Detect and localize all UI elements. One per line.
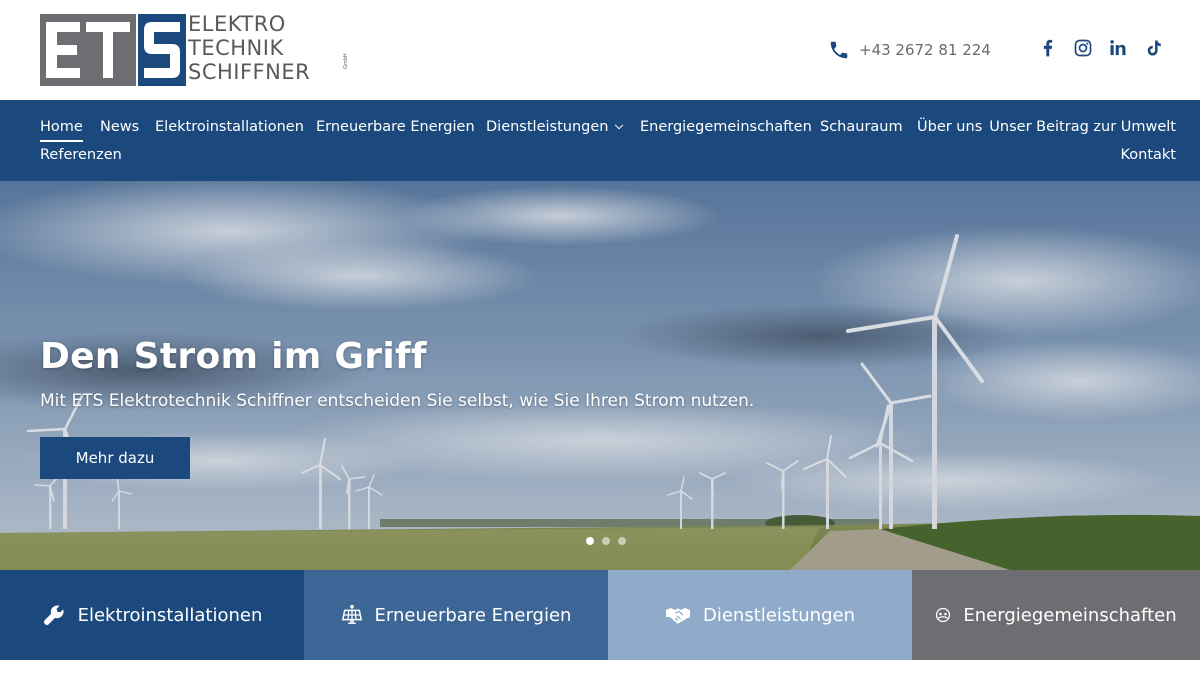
tile-label: Erneuerbare Energien — [374, 604, 572, 626]
tiktok-icon — [1147, 40, 1161, 56]
logo-wordmark: ELEKTRO TECHNIK SCHIFFNER — [188, 12, 310, 84]
wrench-icon — [43, 605, 64, 626]
tile-label: Energiegemeinschaften — [963, 604, 1177, 626]
nav-item-news[interactable]: News — [100, 118, 139, 136]
phone-icon — [830, 41, 848, 59]
hero-subtitle: Mit ETS Elektrotechnik Schiffner entsche… — [40, 391, 755, 411]
company-logo[interactable]: ELEKTRO TECHNIK SCHIFFNER GmbH — [40, 12, 352, 86]
nav-item-kontakt[interactable]: Kontakt — [1120, 146, 1176, 164]
handshake-icon — [665, 608, 690, 624]
solar-panel-icon — [341, 604, 362, 624]
tile-label: Dienstleistungen — [702, 604, 855, 626]
slider-dot-1[interactable] — [586, 537, 594, 545]
logo-suffix: GmbH — [343, 53, 349, 69]
nav-item-elektroinstallationen[interactable]: Elektroinstallationen — [155, 118, 304, 136]
phone-number: +43 2672 81 224 — [859, 41, 991, 59]
nav-item-schauraum[interactable]: Schauraum — [820, 118, 903, 136]
tile-label: Elektroinstallationen — [77, 604, 263, 626]
nav-item-energiegemeinschaften[interactable]: Energiegemeinschaften — [640, 118, 812, 136]
hero-slider: Den Strom im Griff Mit ETS Elektrotechni… — [0, 181, 1200, 570]
logo-line-1: ELEKTRO — [188, 12, 286, 36]
ets-logo-mark — [40, 14, 186, 86]
slider-dot-3[interactable] — [618, 537, 626, 545]
tile-elektroinstallationen[interactable]: Elektroinstallationen — [0, 570, 304, 660]
nav-item-ueber-uns[interactable]: Über uns — [917, 118, 982, 136]
tiktok-link[interactable] — [1141, 36, 1165, 60]
nav-item-dienstleistungen[interactable]: Dienstleistungen — [486, 118, 624, 136]
community-icon — [936, 607, 951, 623]
logo-line-2: TECHNIK — [188, 36, 284, 60]
nav-item-dienstleistungen-label: Dienstleistungen — [486, 119, 609, 135]
logo-line-3: SCHIFFNER — [188, 60, 311, 84]
facebook-link[interactable] — [1036, 36, 1060, 60]
hero-cta-button[interactable]: Mehr dazu — [40, 437, 190, 479]
nav-item-umwelt[interactable]: Unser Beitrag zur Umwelt — [989, 118, 1176, 136]
slider-pagination — [586, 537, 626, 545]
tile-dienstleistungen[interactable]: Dienstleistungen — [608, 570, 912, 660]
hero-title: Den Strom im Griff — [40, 336, 427, 377]
slider-dot-2[interactable] — [602, 537, 610, 545]
tile-energiegemeinschaften[interactable]: Energiegemeinschaften — [912, 570, 1200, 660]
main-navigation: Home News Elektroinstallationen Erneuerb… — [0, 100, 1200, 181]
nav-item-erneuerbare-energien[interactable]: Erneuerbare Energien — [316, 118, 475, 136]
chevron-down-icon — [615, 120, 624, 130]
tile-erneuerbare-energien[interactable]: Erneuerbare Energien — [304, 570, 608, 660]
instagram-icon — [1074, 39, 1092, 57]
linkedin-link[interactable] — [1106, 36, 1130, 60]
instagram-link[interactable] — [1071, 36, 1095, 60]
site-header: ELEKTRO TECHNIK SCHIFFNER GmbH +43 2672 … — [0, 0, 1200, 100]
service-tiles: Elektroinstallationen Erneuerbare Energi… — [0, 570, 1200, 660]
linkedin-icon — [1110, 40, 1126, 56]
phone-contact[interactable]: +43 2672 81 224 — [828, 38, 991, 62]
nav-item-home[interactable]: Home — [40, 118, 83, 142]
nav-item-referenzen[interactable]: Referenzen — [40, 146, 122, 164]
facebook-icon — [1043, 39, 1053, 57]
